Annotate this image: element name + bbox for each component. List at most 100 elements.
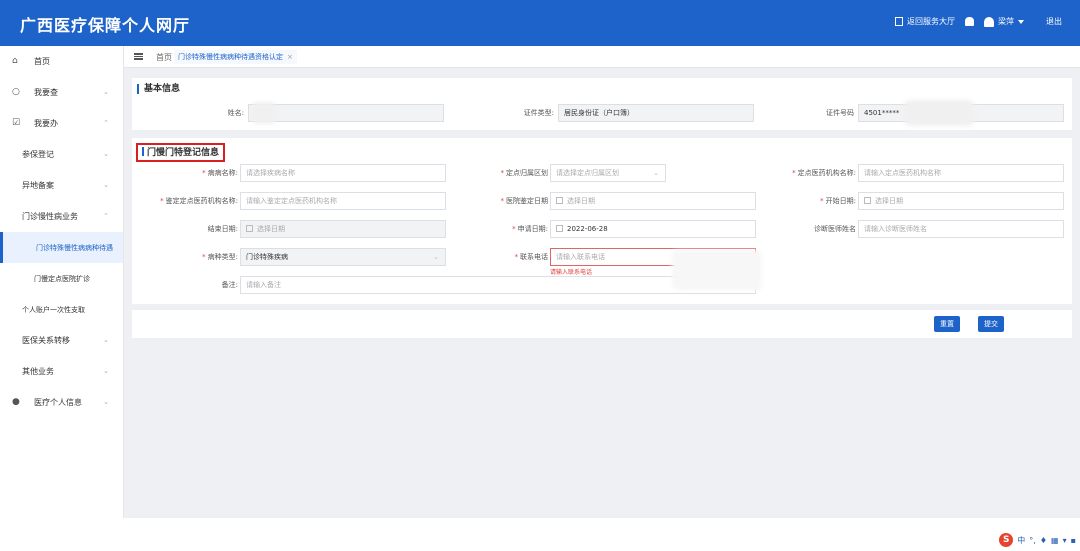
chevron-up-icon: ⌃: [103, 212, 109, 220]
user-menu[interactable]: 梁萍: [984, 16, 1024, 27]
top-header: 广西医疗保障个人网厅 返回服务大厅 梁萍 退出: [0, 0, 1080, 46]
apply-date-value: 2022-06-28: [567, 225, 608, 233]
chevron-down-icon: ⌄: [103, 398, 109, 406]
toolbox-icon[interactable]: ▪: [1071, 536, 1076, 545]
region-label: * 定点归属区划: [500, 169, 549, 177]
disease-type-select: 门诊特殊疾病 ⌄: [240, 248, 446, 266]
appraisal-hospital-label: * 鉴定定点医药机构名称:: [160, 197, 238, 205]
section-title-basic: 基本信息: [137, 84, 180, 94]
back-to-hall-label: 返回服务大厅: [907, 17, 955, 26]
tab-current-label: 门诊特殊慢性病病种待遇资格认定: [178, 53, 283, 61]
phone-error: 请输入联系电话: [550, 269, 593, 276]
sidebar-item-handle[interactable]: ☑ 我要办 ⌃: [0, 108, 123, 139]
home-icon: ⌂: [12, 56, 18, 66]
sidebar-item-label: 门慢定点医院扩诊: [34, 275, 90, 283]
sidebar-item-label: 个人账户一次性支取: [22, 306, 85, 314]
date-placeholder: 选择日期: [257, 225, 285, 233]
idtype-label: 证件类型:: [523, 109, 554, 117]
doctor-label: 诊断医师姓名: [814, 225, 856, 233]
calendar-icon: [556, 225, 563, 232]
apply-date-label-text: 申请日期:: [517, 225, 548, 233]
disease-input[interactable]: 请选择疾病名称: [240, 164, 446, 182]
header-actions: 返回服务大厅 梁萍 退出: [895, 16, 1062, 27]
chevron-down-icon: [1018, 19, 1024, 24]
sidebar-item-enroll[interactable]: 参保登记 ⌄: [0, 139, 123, 170]
tab-current[interactable]: 门诊特殊慢性病病种待遇资格认定 ×: [174, 50, 297, 64]
sidebar-item-query[interactable]: ○ 我要查 ⌄: [0, 77, 123, 108]
sidebar-item-transfer[interactable]: 医保关系转移 ⌄: [0, 325, 123, 356]
sidebar-item-special-chronic[interactable]: 门诊特殊慢性病病种待遇: [0, 232, 123, 263]
chevron-down-icon: ⌄: [103, 88, 109, 96]
chevron-down-icon: ⌄: [103, 181, 109, 189]
region-select[interactable]: 请选择定点归属区划 ⌄: [550, 164, 666, 182]
sidebar-item-chronic[interactable]: 门诊慢性病业务 ⌃: [0, 201, 123, 232]
section-title-registration: 门慢门特登记信息: [136, 143, 226, 162]
back-to-hall-link[interactable]: 返回服务大厅: [895, 16, 955, 27]
apply-date-picker[interactable]: 2022-06-28: [550, 220, 756, 238]
sidebar-item-remote-filing[interactable]: 异地备案 ⌄: [0, 170, 123, 201]
chevron-down-icon: ⌄: [103, 367, 109, 375]
ime-toolbar: S 中 °, ♦ ▦ ▾ ▪: [999, 533, 1076, 547]
user-icon: ●: [12, 397, 20, 407]
sidebar-item-withdraw[interactable]: 个人账户一次性支取: [0, 294, 123, 325]
calendar-icon: [556, 197, 563, 204]
doctor-input[interactable]: 请输入诊断医师姓名: [858, 220, 1064, 238]
bell-icon[interactable]: [965, 17, 974, 26]
phone-label-text: 联系电话: [520, 253, 548, 261]
date-placeholder: 选择日期: [875, 197, 903, 205]
phone-label: * 联系电话: [514, 253, 549, 261]
breadcrumb: 首页 门诊特殊慢性病病种待遇资格认定 ×: [124, 46, 1080, 68]
menu-toggle-icon[interactable]: [134, 53, 143, 60]
sidebar-item-label: 门诊特殊慢性病病种待遇: [36, 244, 113, 252]
end-date-label: 结束日期:: [207, 225, 238, 233]
name-label: 姓名:: [227, 109, 244, 117]
idtype-field: 居民身份证（户口簿）: [558, 104, 754, 122]
user-icon: [984, 16, 994, 27]
keyboard-icon[interactable]: ▦: [1051, 536, 1059, 545]
chevron-down-icon: ⌄: [103, 336, 109, 344]
breadcrumb-home[interactable]: 首页: [156, 52, 172, 63]
sogou-ime-icon[interactable]: S: [999, 533, 1014, 547]
sidebar-item-label: 其他业务: [22, 367, 54, 376]
sidebar-item-home[interactable]: ⌂ 首页: [0, 46, 123, 77]
end-date-picker: 选择日期: [240, 220, 446, 238]
microphone-icon[interactable]: ♦: [1040, 536, 1047, 545]
submit-button[interactable]: 提交: [978, 316, 1004, 332]
remark-label: 备注:: [221, 281, 238, 289]
appraisal-date-label: * 医院鉴定日期: [500, 197, 549, 205]
sidebar-item-label: 医疗个人信息: [34, 398, 82, 407]
sidebar-item-label: 参保登记: [22, 150, 54, 159]
close-icon[interactable]: ×: [287, 53, 293, 61]
hospital-label: * 定点医药机构名称:: [792, 169, 856, 177]
appraisal-hospital-input[interactable]: 请输入鉴定定点医药机构名称: [240, 192, 446, 210]
skin-icon[interactable]: ▾: [1063, 536, 1067, 545]
sidebar: ⌂ 首页 ○ 我要查 ⌄ ☑ 我要办 ⌃ 参保登记 ⌄ 异地备案 ⌄ 门诊慢性病…: [0, 46, 124, 518]
section-marker: [142, 147, 144, 156]
hospital-input[interactable]: 请输入定点医药机构名称: [858, 164, 1064, 182]
appraisal-date-picker[interactable]: 选择日期: [550, 192, 756, 210]
disease-label: * 病病名称:: [202, 169, 238, 177]
exit-door-icon: [895, 17, 903, 26]
region-placeholder: 请选择定点归属区划: [556, 169, 619, 177]
checklist-icon: ☑: [12, 118, 21, 128]
redaction-blur: [672, 250, 762, 290]
search-icon: ○: [12, 87, 20, 97]
start-date-picker[interactable]: 选择日期: [858, 192, 1064, 210]
sidebar-item-label: 门诊慢性病业务: [22, 212, 78, 221]
disease-type-label-text: 病种类型:: [207, 253, 238, 261]
logout-button[interactable]: 退出: [1046, 16, 1062, 27]
chevron-down-icon: ⌄: [653, 169, 659, 177]
sidebar-item-other[interactable]: 其他业务 ⌄: [0, 356, 123, 387]
sidebar-item-personal-info[interactable]: ● 医疗个人信息 ⌄: [0, 387, 123, 418]
appraisal-hospital-label-text: 鉴定定点医药机构名称:: [165, 197, 238, 205]
main-content: 首页 门诊特殊慢性病病种待遇资格认定 × 基本信息 姓名: 证件类型: 居民身份证…: [124, 46, 1080, 518]
calendar-icon: [246, 225, 253, 232]
chevron-down-icon: ⌄: [433, 253, 439, 261]
reset-button[interactable]: 重置: [934, 316, 960, 332]
sidebar-item-label: 首页: [34, 57, 50, 66]
name-field: [248, 104, 444, 122]
idno-label: 证件号码: [826, 109, 854, 117]
sidebar-item-hospital-expand[interactable]: 门慢定点医院扩诊: [0, 263, 123, 294]
ime-language[interactable]: 中: [1017, 535, 1025, 546]
punctuation-icon[interactable]: °,: [1029, 536, 1036, 545]
